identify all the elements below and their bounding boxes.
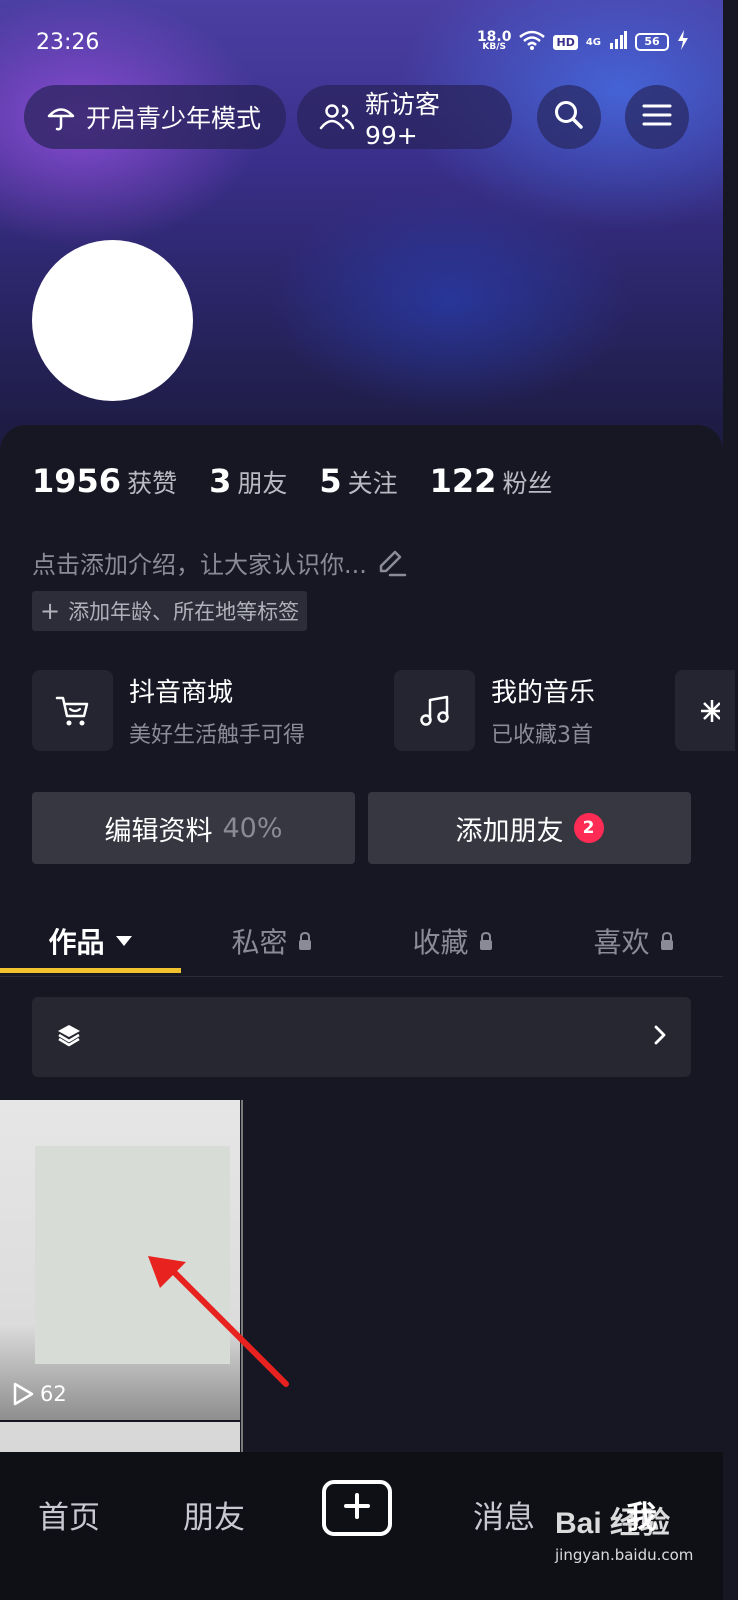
lock-icon <box>298 931 312 951</box>
lock-icon <box>660 931 674 951</box>
edit-profile-button[interactable]: 编辑资料 40% <box>32 792 355 864</box>
stat-followers[interactable]: 122 粉丝 <box>430 462 553 500</box>
wifi-icon <box>519 30 546 54</box>
add-tags-label: 添加年龄、所在地等标签 <box>68 600 300 624</box>
teen-mode-label: 开启青少年模式 <box>86 104 262 133</box>
status-icons: 18.0 KB/S HD 4G 56 <box>477 30 689 54</box>
add-friends-label: 添加朋友 <box>455 815 564 847</box>
teen-mode-button[interactable]: 开启青少年模式 <box>24 85 286 149</box>
pencil-icon <box>377 549 407 577</box>
tab-private[interactable]: 私密 <box>181 905 362 977</box>
music-icon <box>394 670 475 751</box>
stat-following[interactable]: 5 关注 <box>319 462 397 500</box>
search-icon <box>553 99 585 135</box>
nav-friends[interactable]: 朋友 <box>183 1492 245 1537</box>
service-more-partial[interactable] <box>675 670 735 751</box>
chevron-right-icon <box>653 1025 667 1049</box>
service-title: 我的音乐 <box>491 678 596 708</box>
hamburger-menu-icon <box>642 103 672 131</box>
umbrella-icon <box>46 102 76 132</box>
add-friends-button[interactable]: 添加朋友 2 <box>368 792 691 864</box>
stat-likes[interactable]: 1956 获赞 <box>32 462 177 500</box>
lock-icon <box>479 931 493 951</box>
profile-tabs: 作品 私密 收藏 喜欢 <box>0 905 723 977</box>
notification-badge: 2 <box>573 813 604 843</box>
status-time: 23:26 <box>36 30 100 55</box>
plus-icon: + <box>40 597 61 625</box>
baidu-jingyan-watermark: Bai 经验 jingyan.baidu.com <box>555 1507 694 1564</box>
bio-placeholder: 点击添加介绍，让大家认识你... <box>32 551 367 579</box>
nav-messages[interactable]: 消息 <box>473 1492 535 1537</box>
tab-likes[interactable]: 喜欢 <box>543 905 724 977</box>
status-bar: 23:26 18.0 KB/S HD 4G 56 <box>0 0 723 88</box>
plus-icon <box>342 1491 372 1525</box>
cart-icon <box>32 670 113 751</box>
service-my-music[interactable]: 我的音乐 已收藏3首 <box>394 670 595 751</box>
profile-completion: 40% <box>222 812 283 844</box>
stat-friends[interactable]: 3 朋友 <box>209 462 287 500</box>
signal-bars-icon <box>609 31 627 53</box>
service-subtitle: 美好生活触手可得 <box>129 723 306 748</box>
bio-add-intro[interactable]: 点击添加介绍，让大家认识你... <box>32 545 407 580</box>
network-speed: 18.0 KB/S <box>476 29 512 52</box>
active-tab-indicator <box>0 968 181 973</box>
service-title: 抖音商城 <box>129 678 234 708</box>
people-icon <box>319 102 355 132</box>
charging-icon <box>677 30 689 54</box>
new-visitors-label: 新访客 99+ <box>365 89 441 150</box>
edit-profile-label: 编辑资料 <box>104 815 213 847</box>
red-arrow-annotation <box>140 1240 300 1404</box>
play-icon <box>12 1382 34 1406</box>
layers-icon <box>56 1022 82 1052</box>
caret-down-icon <box>115 935 133 947</box>
play-count: 62 <box>12 1382 67 1406</box>
tab-favorites[interactable]: 收藏 <box>362 905 543 977</box>
profile-stats: 1956 获赞 3 朋友 5 关注 122 粉丝 <box>32 462 584 500</box>
menu-button[interactable] <box>625 85 689 149</box>
tab-works[interactable]: 作品 <box>0 905 181 977</box>
create-post-button[interactable] <box>322 1480 392 1536</box>
hd-icon: HD <box>553 34 578 50</box>
add-tags-button[interactable]: + 添加年龄、所在地等标签 <box>32 591 308 631</box>
signal-type: 4G <box>585 36 601 48</box>
new-visitors-button[interactable]: 新访客 99+ <box>297 85 512 150</box>
sparkle-icon <box>675 670 735 751</box>
service-douyin-mall[interactable]: 抖音商城 美好生活触手可得 <box>32 670 305 751</box>
battery-icon: 56 <box>635 33 669 51</box>
nav-home[interactable]: 首页 <box>38 1492 100 1537</box>
search-button[interactable] <box>537 85 601 149</box>
collections-bar[interactable] <box>32 997 691 1077</box>
service-subtitle: 已收藏3首 <box>491 723 593 748</box>
avatar[interactable] <box>32 240 193 401</box>
